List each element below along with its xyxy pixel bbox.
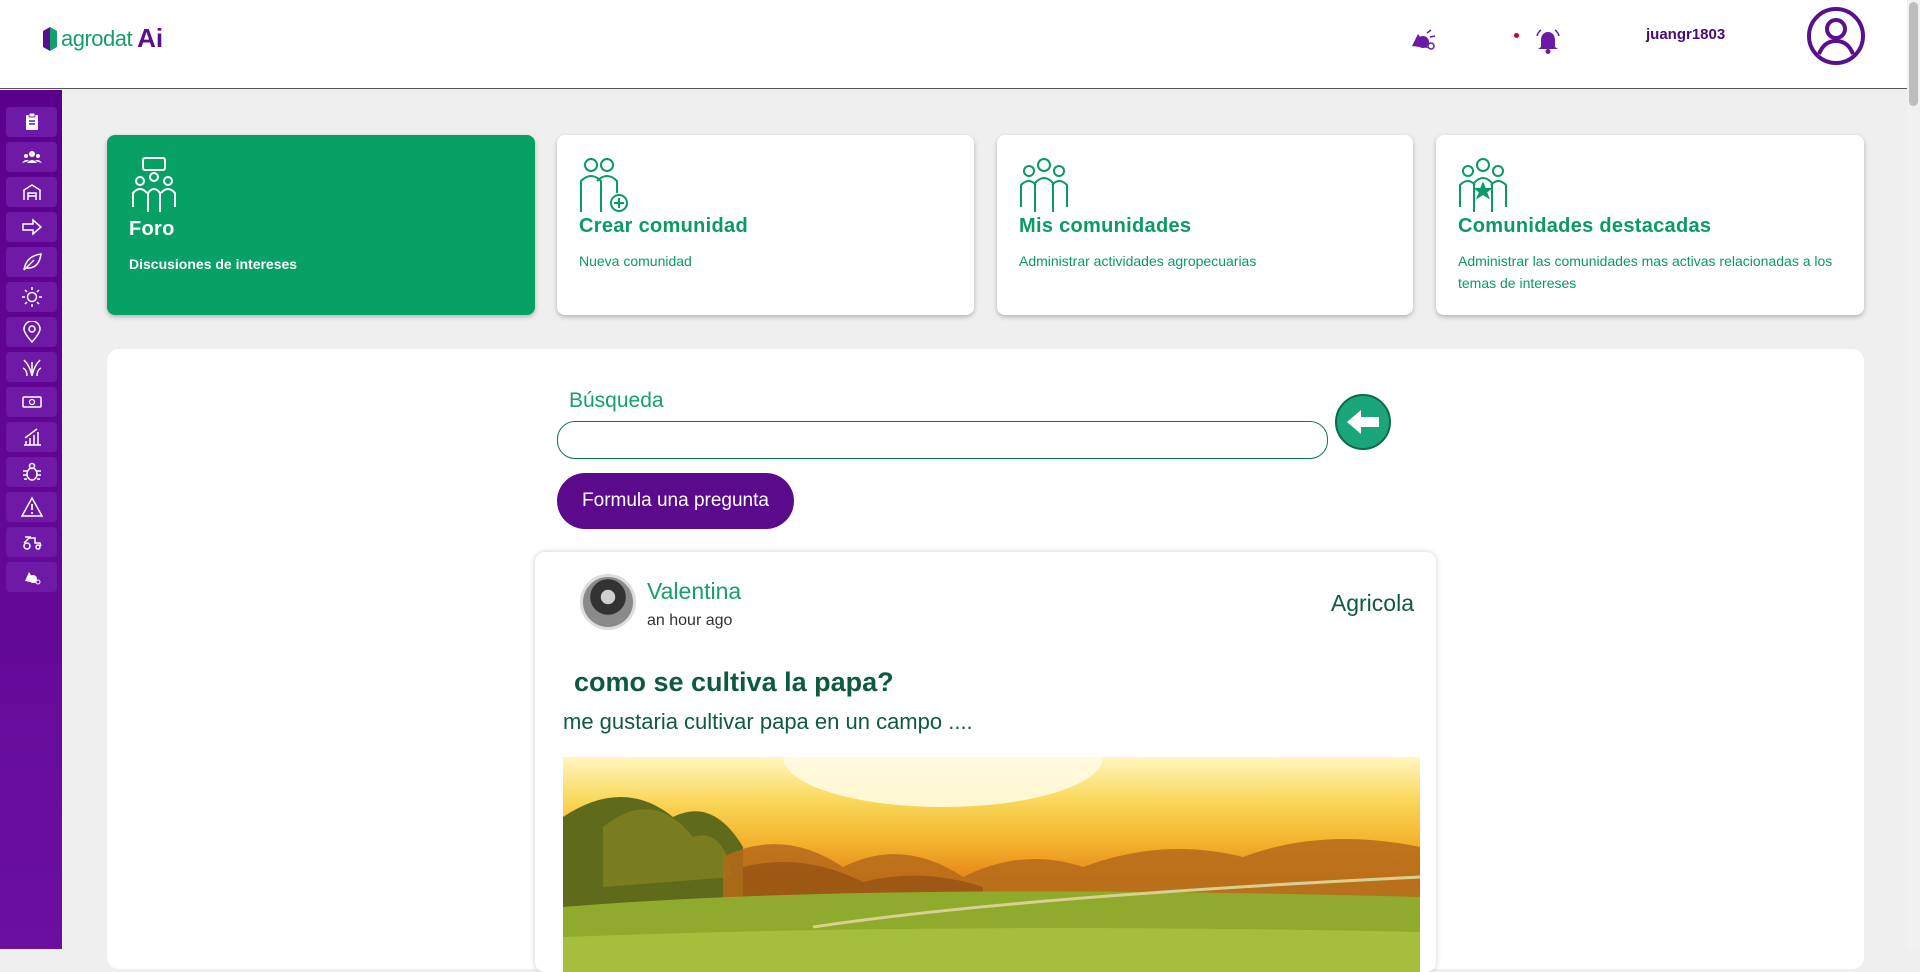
sidebar-item-growth[interactable] xyxy=(6,422,57,452)
card-title: Mis comunidades xyxy=(1019,215,1192,237)
forum-icon xyxy=(24,572,40,585)
plant-icon xyxy=(22,359,41,377)
sidebar-item-arrow[interactable] xyxy=(6,212,57,242)
logo-mark-icon xyxy=(43,26,57,51)
card-mis-comunidades[interactable]: Mis comunidades Administrar actividades … xyxy=(997,135,1413,315)
sidebar-item-tractor[interactable] xyxy=(6,527,57,557)
logo-text: agrodat xyxy=(61,25,133,51)
post-category[interactable]: Agricola xyxy=(1331,590,1414,617)
card-title: Foro xyxy=(129,218,175,240)
my-communities-icon xyxy=(1020,158,1068,212)
community-icon xyxy=(21,151,42,163)
sidebar-item-leaf[interactable] xyxy=(6,247,57,277)
forum-megaphone-icon[interactable] xyxy=(1407,26,1437,56)
arrow-right-icon xyxy=(21,218,42,236)
card-title: Crear comunidad xyxy=(579,215,748,237)
card-subtitle: Administrar actividades agropecuarias xyxy=(1019,253,1257,269)
post-author[interactable]: Valentina xyxy=(647,578,741,605)
post-image[interactable] xyxy=(563,757,1420,972)
sidebar-item-sun[interactable] xyxy=(6,282,57,312)
sidebar-item-forum[interactable] xyxy=(6,562,57,592)
sidebar-item-community[interactable] xyxy=(6,142,57,172)
user-avatar-icon[interactable] xyxy=(1806,6,1866,66)
card-subtitle: Discusiones de intereses xyxy=(129,256,298,272)
bell-icon[interactable] xyxy=(1533,26,1563,56)
logo-ai: Ai xyxy=(137,23,164,53)
arrow-left-icon xyxy=(1347,410,1379,434)
scrollbar-thumb[interactable] xyxy=(1909,2,1918,106)
notification-dot xyxy=(1514,33,1519,38)
sidebar-item-location[interactable] xyxy=(6,317,57,347)
username[interactable]: juangr1803 xyxy=(1646,26,1725,43)
sun-icon xyxy=(21,287,42,307)
barn-icon xyxy=(22,184,41,200)
scrollbar[interactable] xyxy=(1907,0,1920,949)
bug-icon xyxy=(22,462,41,481)
card-subtitle: Administrar las comunidades mas activas … xyxy=(1458,253,1833,291)
search-label: Búsqueda xyxy=(569,389,664,412)
warning-icon xyxy=(20,496,43,517)
clipboard-icon xyxy=(25,112,38,130)
add-community-icon xyxy=(580,158,628,212)
logo[interactable]: agrodat Ai xyxy=(43,23,163,54)
featured-community-icon xyxy=(1459,158,1507,212)
ask-question-button[interactable]: Formula una pregunta xyxy=(557,473,794,529)
card-comunidades-destacadas[interactable]: Comunidades destacadas Administrar las c… xyxy=(1436,135,1864,315)
top-bar: agrodat Ai juangr1803 xyxy=(0,0,1907,89)
post-card[interactable]: Valentina an hour ago Agricola como se c… xyxy=(535,552,1436,972)
money-icon xyxy=(21,396,42,408)
sidebar xyxy=(0,90,62,949)
sidebar-item-money[interactable] xyxy=(6,387,57,417)
search-input[interactable] xyxy=(557,421,1328,459)
post-author-avatar[interactable] xyxy=(580,574,636,630)
card-title: Comunidades destacadas xyxy=(1458,215,1712,237)
forum-group-icon xyxy=(132,157,176,212)
card-foro[interactable]: Foro Discusiones de intereses xyxy=(107,135,535,315)
tractor-icon xyxy=(22,536,42,550)
growth-chart-icon xyxy=(23,428,41,446)
card-subtitle: Nueva comunidad xyxy=(579,253,692,269)
sidebar-item-warning[interactable] xyxy=(6,492,57,522)
location-pin-icon xyxy=(22,321,41,343)
sidebar-item-clipboard[interactable] xyxy=(6,107,57,137)
card-crear-comunidad[interactable]: Crear comunidad Nueva comunidad xyxy=(557,135,974,315)
sidebar-item-barn[interactable] xyxy=(6,177,57,207)
leaf-icon xyxy=(22,253,42,271)
landscape-image xyxy=(563,757,1420,972)
back-button[interactable] xyxy=(1335,394,1391,450)
sidebar-item-bug[interactable] xyxy=(6,457,57,487)
post-timestamp: an hour ago xyxy=(647,612,733,629)
post-body: me gustaria cultivar papa en un campo ..… xyxy=(563,709,973,734)
post-title[interactable]: como se cultiva la papa? xyxy=(574,667,894,698)
sidebar-item-plant[interactable] xyxy=(6,352,57,382)
